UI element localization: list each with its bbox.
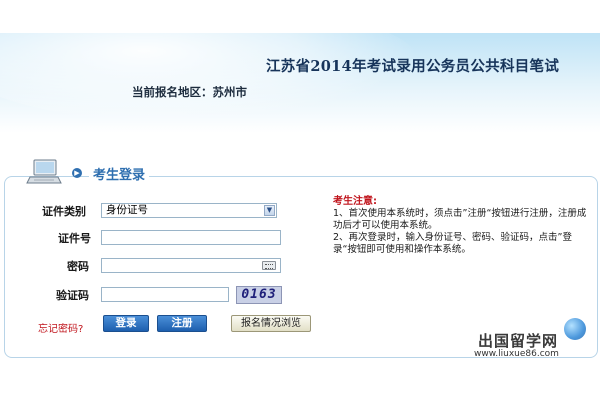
notice-line: 2、再次登录时，输入身份证号、密码、验证码，点击”登录“按钮即可使用和操作本系统… bbox=[333, 232, 572, 255]
id-number-input[interactable] bbox=[101, 230, 281, 245]
notice-line: 1、首次使用本系统时，须点击”注册“按钮进行注册，注册成功后才可以使用本系统。 bbox=[333, 208, 587, 231]
region-value: 苏州市 bbox=[212, 85, 248, 99]
chevron-down-icon[interactable]: ▼ bbox=[264, 205, 275, 216]
password-input[interactable] bbox=[101, 258, 281, 273]
header-decoration bbox=[0, 33, 420, 123]
header-banner bbox=[0, 33, 600, 133]
id-type-selected: 身份证号 bbox=[106, 204, 148, 216]
page: 江苏省2014年考试录用公务员公共科目笔试 当前报名地区：苏州市 ▶ 考生登录 … bbox=[0, 0, 600, 400]
login-panel-title: 考生登录 bbox=[89, 164, 150, 183]
computer-icon bbox=[26, 159, 62, 184]
watermark-brand: 出国留学网 bbox=[478, 332, 559, 350]
watermark-url: www.liuxue86.com bbox=[474, 349, 559, 359]
login-button[interactable]: 登录 bbox=[103, 315, 149, 332]
captcha-label: 验证码 bbox=[56, 289, 89, 302]
register-button[interactable]: 注册 bbox=[157, 315, 207, 332]
forgot-password-link[interactable]: 忘记密码? bbox=[38, 320, 83, 335]
id-type-select[interactable]: 身份证号 ▼ bbox=[101, 203, 277, 218]
notice-box: 考生注意: 1、首次使用本系统时，须点击”注册“按钮进行注册，注册成功后才可以使… bbox=[333, 196, 593, 256]
id-type-label: 证件类别 bbox=[42, 205, 86, 218]
keyboard-icon[interactable] bbox=[262, 261, 276, 270]
registration-status-button[interactable]: 报名情况浏览 bbox=[231, 315, 311, 332]
id-number-label: 证件号 bbox=[58, 232, 91, 245]
password-label: 密码 bbox=[67, 260, 89, 273]
captcha-input[interactable] bbox=[101, 287, 229, 302]
captcha-image[interactable]: 0163 bbox=[236, 286, 282, 304]
globe-icon bbox=[564, 318, 586, 340]
region-indicator: 当前报名地区：苏州市 bbox=[132, 84, 247, 100]
notice-title: 考生注意: bbox=[333, 196, 377, 207]
bullet-arrow-icon: ▶ bbox=[72, 168, 82, 178]
page-title: 江苏省2014年考试录用公务员公共科目笔试 bbox=[266, 58, 560, 75]
region-label: 当前报名地区： bbox=[132, 85, 213, 99]
